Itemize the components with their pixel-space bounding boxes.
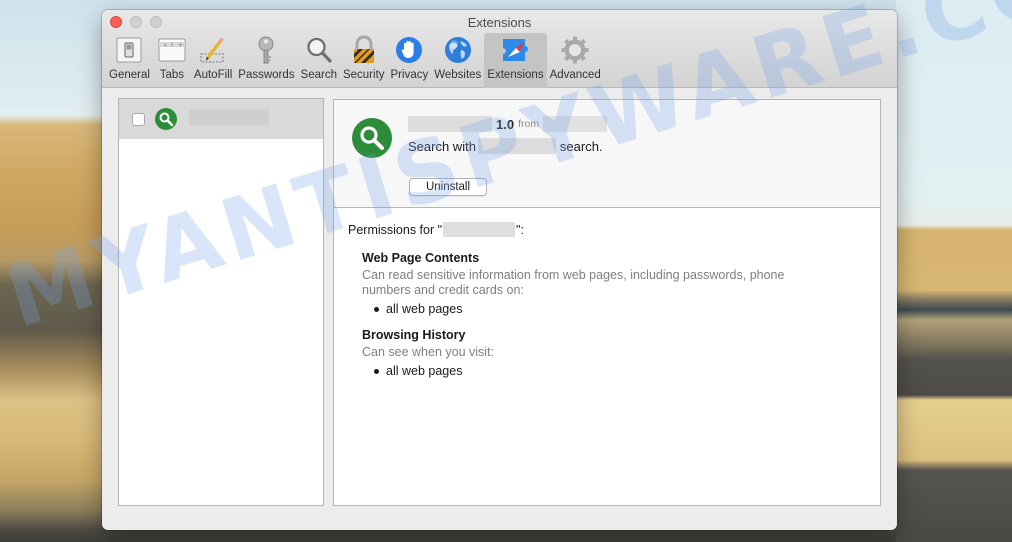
gear-icon [559,33,591,67]
green-search-icon [155,108,177,130]
tab-label: Search [300,69,337,81]
window-title: Extensions [467,15,532,30]
extension-name-redacted [408,116,492,132]
preferences-toolbar: General x + Tabs AutoFill Passwords Sear… [106,33,604,88]
bullet-icon [374,306,379,312]
tab-label: AutoFill [193,69,233,81]
tab-search[interactable]: Search [298,33,340,88]
description-prefix: Search with [408,138,476,154]
puzzle-compass-icon [499,33,531,67]
extension-list-item[interactable] [119,99,323,139]
description-suffix: search. [559,138,603,154]
safari-preferences-window: Extensions General x + Tabs AutoFill Pas… [102,10,897,530]
magnifier-icon [303,33,335,67]
tab-passwords[interactable]: Passwords [235,33,297,88]
extension-version: 1.0 [496,116,515,132]
permission-description: Can read sensitive information from web … [362,268,785,297]
tabs-icon: x + [156,33,188,67]
tab-label: Security [342,69,385,81]
tab-security[interactable]: Security [340,33,388,88]
desktop-wallpaper-right [896,0,1012,542]
permission-title: Web Page Contents [362,251,480,265]
tab-websites[interactable]: Websites [431,33,484,88]
extension-details: 1.0 from Search with search. Uninstall P… [333,99,881,506]
svg-text:+: + [178,42,183,49]
tab-autofill[interactable]: AutoFill [191,33,235,88]
permissions-prefix: Permissions for " [348,222,443,237]
permission-browsing-history: Browsing History Can see when you visit:… [362,328,866,378]
bullet-icon [374,368,379,374]
enable-extension-checkbox[interactable] [132,112,145,126]
permission-title: Browsing History [362,328,466,342]
tab-advanced[interactable]: Advanced [547,33,604,88]
globe-icon [442,33,474,67]
tab-label: Advanced [549,69,601,81]
tab-general[interactable]: General [106,33,153,88]
permissions-section: Permissions for " ": Web Page Contents C… [334,208,880,392]
extension-title-line: 1.0 from [408,116,608,132]
tab-label: Websites [434,69,482,81]
tab-extensions[interactable]: Extensions [484,33,547,88]
extension-header: 1.0 from Search with search. Uninstall [334,100,880,208]
tab-label: Extensions [487,69,544,81]
scope-text: all web pages [386,364,463,378]
permission-scope-list: all web pages [374,364,866,378]
titlebar: Extensions General x + Tabs AutoFill Pas… [102,10,897,88]
from-label: from [518,118,540,130]
developer-name-redacted [543,116,608,132]
tab-label: Tabs [159,69,185,81]
permission-description: Can see when you visit: [362,345,495,359]
extension-icon [352,118,392,158]
extension-name-redacted [443,222,516,237]
extension-list [118,98,324,506]
permissions-heading: Permissions for " ": [348,222,866,237]
scope-text: all web pages [386,302,463,316]
permissions-suffix: ": [516,222,524,237]
tab-label: Passwords [238,69,295,81]
search-provider-redacted [477,138,556,154]
tab-privacy[interactable]: Privacy [388,33,432,88]
uninstall-button[interactable]: Uninstall [409,178,487,196]
tab-label: General [109,69,150,81]
pencil-icon [197,33,229,67]
extension-description: Search with search. [408,138,603,154]
svg-text:x: x [164,43,167,49]
hand-icon [393,33,425,67]
permission-scope-item: all web pages [374,302,866,316]
tab-label: Privacy [390,69,429,81]
permission-web-page-contents: Web Page Contents Can read sensitive inf… [362,251,866,316]
permission-scope-list: all web pages [374,302,866,316]
general-switch-icon [113,33,145,67]
extension-name-redacted [189,109,269,125]
permission-scope-item: all web pages [374,364,866,378]
tab-tabs[interactable]: x + Tabs [153,33,191,88]
padlock-icon [348,33,380,67]
key-icon [250,33,282,67]
